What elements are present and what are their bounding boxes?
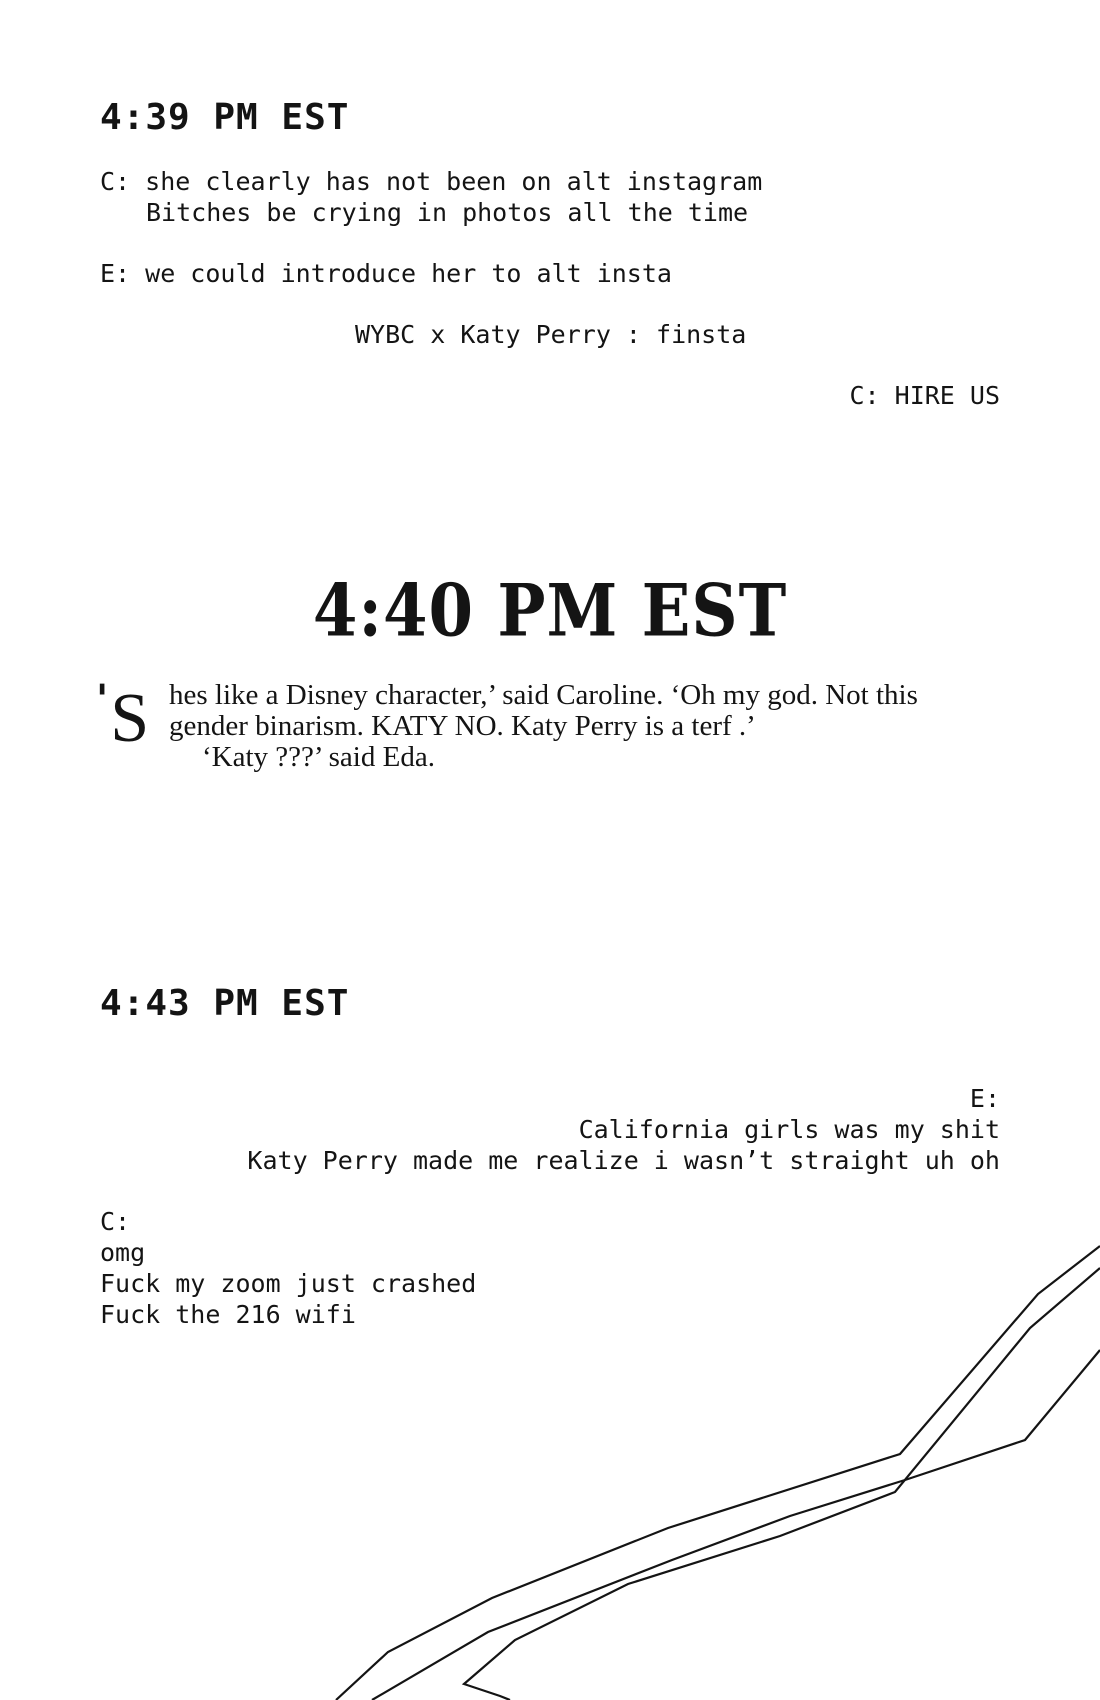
deco-line <box>335 1245 1100 1700</box>
deco-line <box>371 1349 1100 1700</box>
decorative-line-drawing <box>335 1245 1100 1700</box>
zine-page: 4:39 PM EST C: she clearly has not been … <box>0 0 1100 1700</box>
